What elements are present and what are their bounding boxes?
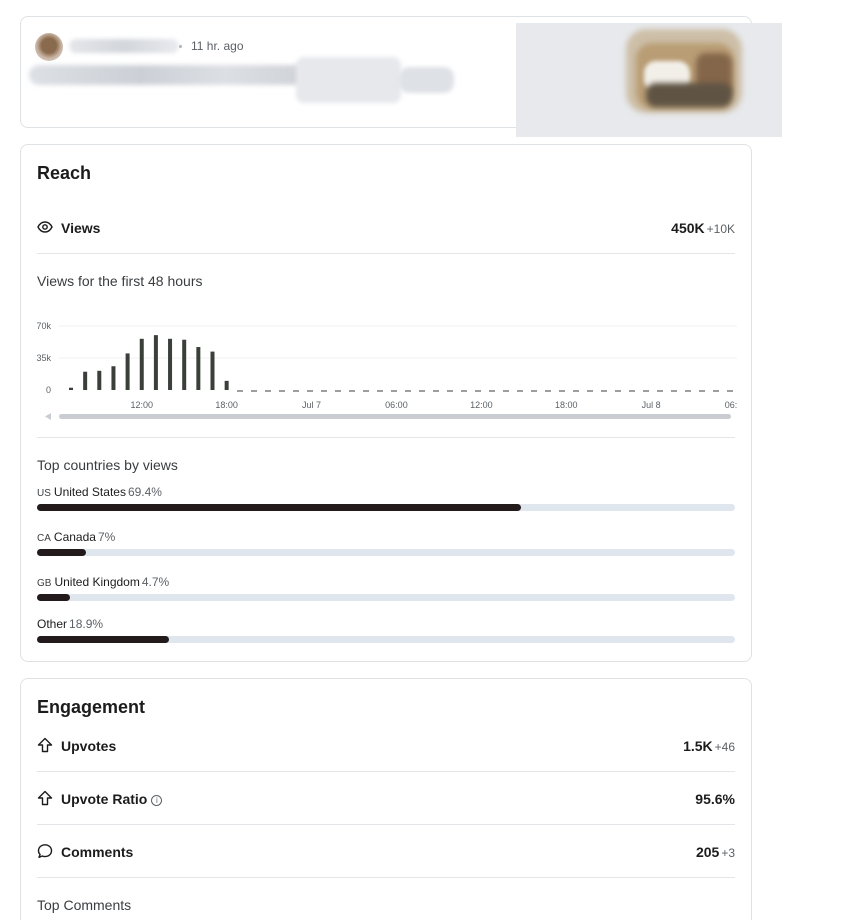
country-label: GB United Kingdom 4.7% [37,575,169,589]
country-label: US United States 69.4% [37,485,162,499]
country-progress-track [37,549,735,556]
chart-x-tick-label: Jul 7 [302,400,321,410]
upvotes-label: Upvotes [61,738,117,754]
chart-bar [224,380,229,390]
upvote-arrow-icon [37,790,53,806]
chart-x-tick-label: 12:00 [130,400,153,410]
chart-bar [83,371,88,390]
divider [37,437,735,438]
country-progress-fill [37,549,86,556]
chart-bar [153,335,158,390]
upvotes-row: Upvotes 1.5K +46 [37,735,735,759]
upvote-arrow-icon [37,737,53,753]
chart-x-tick-label: 18:00 [215,400,238,410]
redacted-post-title [29,65,309,85]
chart-bar [182,339,187,390]
upvote-ratio-value: 95.6% [695,791,735,807]
redacted-post-title-part [399,67,454,93]
upvotes-delta: +46 [714,740,735,754]
chart-bar [139,338,144,390]
views-value: 450K +10K [671,220,735,236]
views-row: Views 450K +10K [37,217,735,241]
divider [37,824,735,825]
country-code: US [37,488,51,499]
reach-title: Reach [37,163,92,183]
chart-x-tick-label: 18:00 [555,400,578,410]
chart-bar [125,353,130,390]
country-name: Other [37,617,68,631]
comments-label: Comments [61,844,134,860]
chart-bar [97,370,102,390]
comments-row: Comments 205 +3 [37,841,735,865]
chart-scrollbar[interactable] [59,414,731,419]
chart-bar [168,338,173,390]
engagement-card: Engagement Upvotes 1.5K +46 Upvote Ratio i… [20,678,752,920]
divider [37,877,735,878]
country-progress-fill [37,594,70,601]
chart-bar [196,347,201,390]
country-percent: 18.9% [69,617,104,631]
chart-x-tick-label: 12:00 [470,400,493,410]
comment-bubble-icon [37,844,53,858]
divider [37,253,735,254]
upvote-ratio-label: Upvote Ratio i [61,791,163,807]
chart-bar [111,366,116,390]
country-progress-fill [37,636,169,643]
country-code: GB [37,578,52,589]
country-percent: 4.7% [141,575,170,589]
country-progress-track [37,594,735,601]
chart-y-tick-label: 70k [36,321,51,331]
country-row: CA Canada 7% [37,530,735,560]
country-label: Other 18.9% [37,617,103,631]
country-row: US United States 69.4% [37,485,735,515]
country-name: United States [53,485,126,499]
post-thumbnail[interactable] [516,23,782,137]
country-code: CA [37,533,51,544]
country-percent: 7% [97,530,116,544]
country-name: United Kingdom [54,575,140,589]
country-row: Other 18.9% [37,617,735,647]
chart-x-tick-label: 06:00 [725,400,737,410]
country-row: GB United Kingdom 4.7% [37,575,735,605]
country-progress-fill [37,504,522,511]
country-name: Canada [53,530,96,544]
info-icon[interactable]: i [151,795,163,806]
divider [37,771,735,772]
chart-y-tick-label: 35k [36,353,51,363]
reach-card: Reach Views 450K +10K Views for the first… [20,144,752,662]
views-chart[interactable]: 70k 35k 0 12:00 18:00 Jul 7 06:00 12:00 18:00 Jul… [35,317,737,425]
post-timestamp: 11 hr. ago [191,39,244,53]
top-countries-heading: Top countries by views [37,457,178,473]
views-delta: +10K [706,222,735,236]
separator-dot [179,45,182,48]
chart-x-tick-label: Jul 8 [642,400,661,410]
country-progress-track [37,636,735,643]
country-label: CA Canada 7% [37,530,115,544]
chart-y-tick-label: 0 [46,385,51,395]
chart-bar [69,387,73,390]
redacted-post-title-part [296,57,401,103]
chart-bar [210,351,215,390]
redacted-username [69,39,179,53]
top-comments-heading: Top Comments [37,897,132,913]
chart-x-tick-label: 06:00 [385,400,408,410]
comments-delta: +3 [721,846,735,860]
scroll-left-arrow-icon[interactable] [45,413,51,420]
country-progress-track [37,504,735,511]
comments-value: 205 +3 [695,844,735,860]
eye-icon [37,221,53,233]
avatar[interactable] [35,33,63,61]
upvote-ratio-row: Upvote Ratio i 95.6% [37,788,735,812]
views-chart-heading: Views for the first 48 hours [37,273,203,289]
engagement-title: Engagement [37,697,146,717]
views-label: Views [61,220,101,236]
upvotes-value: 1.5K +46 [683,738,735,754]
country-percent: 69.4% [127,485,162,499]
